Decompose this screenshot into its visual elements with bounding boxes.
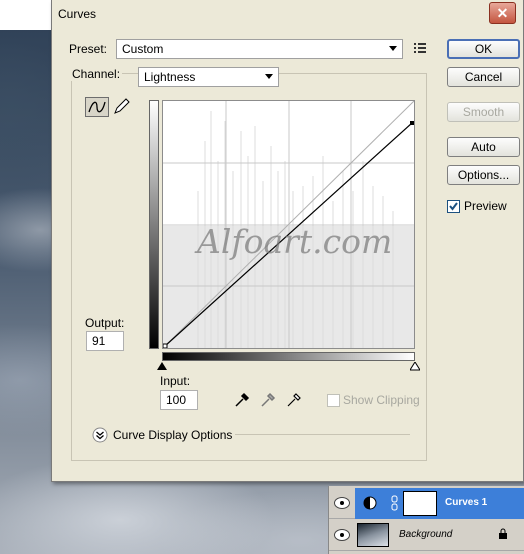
input-field[interactable]: 100 <box>160 390 198 410</box>
smooth-button[interactable]: Smooth <box>447 102 520 122</box>
close-icon: ✕ <box>496 5 509 21</box>
curve-point-end <box>410 121 414 125</box>
checkmark-icon <box>449 202 458 211</box>
black-point-slider[interactable] <box>157 362 167 371</box>
black-eyedropper-icon[interactable] <box>234 392 250 408</box>
layer-row-curves[interactable]: Curves 1 <box>329 488 524 519</box>
watermark-text: Alfoart.com <box>197 222 393 261</box>
link-icon <box>391 495 398 511</box>
chevron-down-icon <box>265 74 273 79</box>
cancel-button[interactable]: Cancel <box>447 67 520 87</box>
white-eyedropper-icon[interactable] <box>286 392 302 408</box>
options-button[interactable]: Options... <box>447 165 520 185</box>
close-button[interactable]: ✕ <box>489 2 516 24</box>
divider <box>235 434 410 435</box>
layer-name[interactable]: Curves 1 <box>445 497 487 508</box>
preset-select[interactable]: Custom <box>116 39 403 59</box>
layer-thumbnail <box>357 523 389 547</box>
pencil-tool-button[interactable] <box>110 97 134 117</box>
chevron-down-icon[interactable] <box>92 427 108 443</box>
eye-icon[interactable] <box>334 529 350 541</box>
gray-eyedropper-icon[interactable] <box>260 392 276 408</box>
lock-icon <box>499 528 507 539</box>
preset-value: Custom <box>122 42 164 56</box>
ok-button[interactable]: OK <box>447 39 520 59</box>
layer-mask-thumbnail <box>403 491 437 516</box>
preview-label: Preview <box>464 199 507 213</box>
preset-label: Preset: <box>69 42 108 56</box>
channel-label: Channel: <box>70 67 123 81</box>
channel-value: Lightness <box>144 70 196 84</box>
dialog-title: Curves <box>58 7 97 21</box>
output-field[interactable]: 91 <box>86 331 124 351</box>
curve-tool-icon <box>88 101 106 113</box>
adjustment-icon <box>363 496 377 510</box>
curve-tool-button[interactable] <box>85 97 109 117</box>
channel-select[interactable]: Lightness <box>138 67 279 87</box>
input-gradient-bar <box>162 352 415 361</box>
show-clipping-checkbox[interactable] <box>327 394 340 407</box>
curve-point-start <box>162 343 168 349</box>
chevron-down-icon <box>389 46 397 51</box>
output-label: Output: <box>85 316 125 330</box>
output-gradient-bar <box>149 100 159 349</box>
title-bar[interactable]: Curves ✕ <box>52 0 523 30</box>
layer-row-background[interactable]: Background <box>329 520 524 551</box>
preset-options-icon[interactable] <box>414 42 428 54</box>
curve-display-options-label[interactable]: Curve Display Options <box>113 428 232 442</box>
layer-name[interactable]: Background <box>399 529 452 540</box>
preview-checkbox[interactable] <box>447 200 460 213</box>
input-label: Input: <box>160 374 191 388</box>
auto-button[interactable]: Auto <box>447 137 520 157</box>
eye-icon[interactable] <box>334 497 350 509</box>
pencil-icon <box>114 98 130 114</box>
curves-dialog: Curves ✕ Preset: Custom OK Cancel Smooth… <box>51 0 524 482</box>
layer-selection-highlight <box>355 488 524 519</box>
layers-panel: Curves 1 Background <box>328 486 524 554</box>
white-point-slider[interactable] <box>410 362 420 371</box>
show-clipping-label: Show Clipping <box>343 393 420 407</box>
